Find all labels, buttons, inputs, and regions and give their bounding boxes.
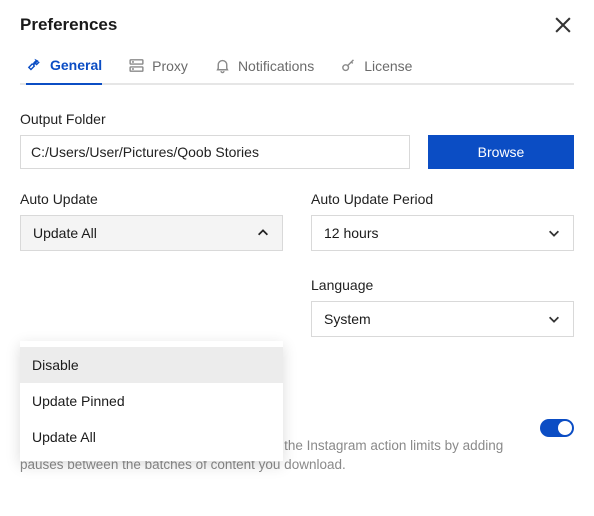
auto-update-period-select[interactable]: 12 hours bbox=[311, 215, 574, 251]
tab-license[interactable]: License bbox=[340, 50, 412, 85]
chevron-up-icon bbox=[256, 226, 270, 240]
chevron-down-icon bbox=[547, 226, 561, 240]
close-icon bbox=[552, 14, 574, 36]
preferences-window: Preferences General Proxy Notifications … bbox=[0, 0, 594, 483]
auto-update-col: Auto Update Update All Disable Update Pi… bbox=[20, 191, 283, 337]
safe-mode-toggle[interactable] bbox=[540, 419, 574, 437]
bell-icon bbox=[214, 57, 231, 74]
header: Preferences bbox=[20, 14, 574, 36]
language-block: Language System bbox=[311, 277, 574, 337]
auto-update-selected: Update All bbox=[33, 225, 97, 241]
tab-notifications-label: Notifications bbox=[238, 58, 314, 74]
tab-notifications[interactable]: Notifications bbox=[214, 50, 314, 85]
language-selected: System bbox=[324, 311, 371, 327]
wrench-icon bbox=[26, 56, 43, 73]
auto-update-option-pinned[interactable]: Update Pinned bbox=[20, 383, 283, 419]
output-folder-row: Browse bbox=[20, 135, 574, 169]
tab-proxy[interactable]: Proxy bbox=[128, 50, 188, 85]
tab-general[interactable]: General bbox=[26, 50, 102, 85]
auto-update-select[interactable]: Update All bbox=[20, 215, 283, 251]
window-title: Preferences bbox=[20, 15, 117, 35]
settings-columns: Auto Update Update All Disable Update Pi… bbox=[20, 191, 574, 337]
output-folder-input[interactable] bbox=[20, 135, 410, 169]
browse-button[interactable]: Browse bbox=[428, 135, 574, 169]
language-label: Language bbox=[311, 277, 574, 293]
auto-update-option-disable[interactable]: Disable bbox=[20, 347, 283, 383]
language-select[interactable]: System bbox=[311, 301, 574, 337]
tab-license-label: License bbox=[364, 58, 412, 74]
key-icon bbox=[340, 57, 357, 74]
server-icon bbox=[128, 57, 145, 74]
right-col: Auto Update Period 12 hours Language Sys… bbox=[311, 191, 574, 337]
auto-update-period-label: Auto Update Period bbox=[311, 191, 574, 207]
close-button[interactable] bbox=[552, 14, 574, 36]
auto-update-dropdown: Disable Update Pinned Update All bbox=[20, 341, 283, 461]
tab-general-label: General bbox=[50, 57, 102, 73]
auto-update-label: Auto Update bbox=[20, 191, 283, 207]
tab-proxy-label: Proxy bbox=[152, 58, 188, 74]
tab-bar: General Proxy Notifications License bbox=[20, 50, 574, 85]
auto-update-option-all[interactable]: Update All bbox=[20, 419, 283, 455]
chevron-down-icon bbox=[547, 312, 561, 326]
auto-update-period-selected: 12 hours bbox=[324, 225, 378, 241]
output-folder-label: Output Folder bbox=[20, 111, 574, 127]
